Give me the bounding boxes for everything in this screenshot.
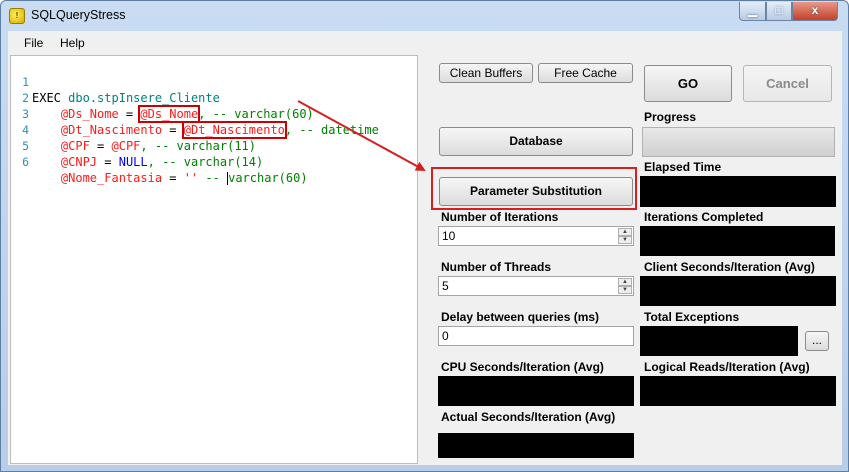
code-line-6: 6 @Nome_Fantasia = '' -- varchar(60) xyxy=(11,138,308,185)
threads-stepper[interactable]: 5 ▲ ▼ xyxy=(438,276,634,296)
logical-reads-label: Logical Reads/Iteration (Avg) xyxy=(644,360,810,374)
cancel-button[interactable]: Cancel xyxy=(743,65,832,102)
number-of-threads-label: Number of Threads xyxy=(441,260,552,274)
actual-seconds-label: Actual Seconds/Iteration (Avg) xyxy=(441,410,616,424)
null-keyword: NULL xyxy=(118,155,148,169)
code-line-1: 1 EXEC dbo.stpInsere_Cliente xyxy=(11,58,220,105)
type-comment: , -- varchar(14) xyxy=(147,155,264,169)
app-window: ! SQLQueryStress ▁ □ x File Help 1 EXEC … xyxy=(0,0,849,472)
client-area: File Help 1 EXEC dbo.stpInsere_Cliente 2… xyxy=(8,31,842,465)
sqlquerystress-app-icon: ! xyxy=(9,8,25,24)
menu-help[interactable]: Help xyxy=(60,36,85,50)
code-line-4: 4 @CPF = @CPF, -- varchar(11) xyxy=(11,106,256,153)
param-value-highlighted: @Ds_Nome xyxy=(138,105,201,123)
param-name: @Ds_Nome xyxy=(60,107,119,121)
total-exceptions-value xyxy=(640,326,798,356)
logical-reads-value xyxy=(640,376,836,406)
chevron-up-icon[interactable]: ▲ xyxy=(618,278,632,286)
clean-buffers-button[interactable]: Clean Buffers xyxy=(439,63,533,83)
menu-bar: File Help xyxy=(8,31,842,55)
number-of-iterations-label: Number of Iterations xyxy=(441,210,559,224)
param-value: '' xyxy=(183,171,199,185)
go-button[interactable]: GO xyxy=(644,65,732,102)
maximize-button[interactable]: □ xyxy=(766,2,792,21)
delay-label: Delay between queries (ms) xyxy=(441,310,600,324)
maximize-icon: □ xyxy=(775,3,783,17)
chevron-down-icon[interactable]: ▼ xyxy=(618,286,632,294)
exceptions-details-button[interactable]: ... xyxy=(805,331,829,351)
code-line-5: 5 @CNPJ = NULL, -- varchar(14) xyxy=(11,122,263,169)
type-comment: , -- varchar(11) xyxy=(140,139,256,153)
threads-value: 5 xyxy=(442,279,449,293)
minimize-button[interactable]: ▁ xyxy=(739,2,766,21)
type-comment: varchar(60) xyxy=(228,171,308,185)
iterations-completed-value xyxy=(640,226,835,256)
param-value-highlighted: @Dt_Nascimento xyxy=(181,121,287,139)
client-seconds-value xyxy=(640,276,836,306)
code-line-3: 3 @Dt_Nascimento = @Dt_Nascimento, -- da… xyxy=(11,90,379,139)
total-exceptions-label: Total Exceptions xyxy=(644,310,740,324)
menu-file[interactable]: File xyxy=(24,36,43,50)
type-comment: , -- datetime xyxy=(284,123,379,137)
chevron-up-icon[interactable]: ▲ xyxy=(618,228,632,236)
cpu-seconds-value xyxy=(438,376,634,406)
code-line-2: 2 @Ds_Nome = @Ds_Nome, -- varchar(60) xyxy=(11,74,314,123)
elapsed-time-value xyxy=(640,176,836,207)
param-name: @Dt_Nascimento xyxy=(60,123,163,137)
iterations-value: 10 xyxy=(442,229,456,243)
progress-bar xyxy=(642,127,835,157)
param-value: @CPF xyxy=(111,139,141,153)
param-name: @Nome_Fantasia xyxy=(60,171,163,185)
close-button[interactable]: x xyxy=(792,2,838,21)
iterations-spin-buttons[interactable]: ▲ ▼ xyxy=(618,228,632,244)
free-cache-button[interactable]: Free Cache xyxy=(538,63,633,83)
delay-value: 0 xyxy=(442,329,449,343)
query-editor[interactable]: 1 EXEC dbo.stpInsere_Cliente 2 @Ds_Nome … xyxy=(10,55,418,464)
delay-input[interactable]: 0 xyxy=(438,326,634,346)
chevron-down-icon[interactable]: ▼ xyxy=(618,236,632,244)
iterations-completed-label: Iterations Completed xyxy=(644,210,764,224)
actual-seconds-value xyxy=(438,433,634,458)
progress-label: Progress xyxy=(644,110,697,124)
title-bar[interactable]: ! SQLQueryStress ▁ □ x xyxy=(1,1,848,31)
line-number: 6 xyxy=(22,155,29,169)
minimize-icon: ▁ xyxy=(747,3,758,17)
window-title: SQLQueryStress xyxy=(31,8,126,22)
cpu-seconds-label: CPU Seconds/Iteration (Avg) xyxy=(441,360,604,374)
threads-spin-buttons[interactable]: ▲ ▼ xyxy=(618,278,632,294)
type-comment: , -- varchar(60) xyxy=(198,107,314,121)
close-icon: x xyxy=(811,3,819,17)
client-seconds-label: Client Seconds/Iteration (Avg) xyxy=(644,260,815,274)
procedure-name: dbo.stpInsere_Cliente xyxy=(68,91,220,105)
iterations-stepper[interactable]: 10 ▲ ▼ xyxy=(438,226,634,246)
database-button[interactable]: Database xyxy=(439,127,633,156)
elapsed-time-label: Elapsed Time xyxy=(644,160,722,174)
annotation-highlight-box xyxy=(431,167,637,210)
